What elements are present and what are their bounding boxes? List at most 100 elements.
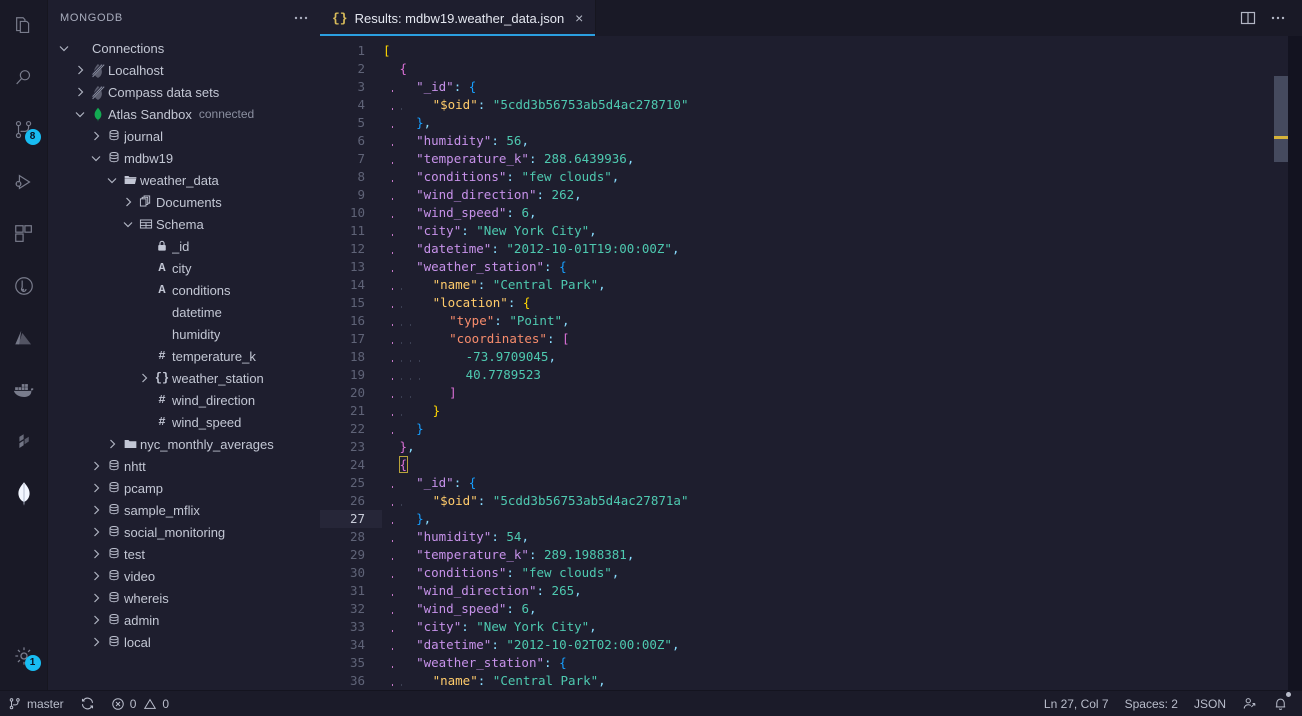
code-line-text[interactable]: "name": "Central Park", <box>382 672 606 690</box>
code-line[interactable]: 29 "temperature_k": 289.1988381, <box>320 546 1302 564</box>
tree-item-conditions[interactable]: Aconditions <box>48 279 320 301</box>
code-line[interactable]: 18 -73.9709045, <box>320 348 1302 366</box>
code-line-text[interactable]: -73.9709045, <box>382 348 556 366</box>
tree-item--id[interactable]: _id <box>48 235 320 257</box>
code-line-text[interactable]: "_id": { <box>382 474 476 492</box>
code-line[interactable]: 20 ] <box>320 384 1302 402</box>
code-line[interactable]: 28 "humidity": 54, <box>320 528 1302 546</box>
code-line-text[interactable]: [ <box>382 42 391 60</box>
status-notifications[interactable] <box>1265 691 1296 716</box>
status-editor-language[interactable]: JSON <box>1186 691 1234 716</box>
code-line[interactable]: 22 } <box>320 420 1302 438</box>
tree-item-city[interactable]: Acity <box>48 257 320 279</box>
editor-more-actions-button[interactable] <box>1264 0 1292 36</box>
tree-item-weather-data[interactable]: weather_data <box>48 169 320 191</box>
tree-item-wind-speed[interactable]: #wind_speed <box>48 411 320 433</box>
chevron-down-icon[interactable] <box>88 147 104 169</box>
tree-item-whereis[interactable]: whereis <box>48 587 320 609</box>
code-line[interactable]: 11 "city": "New York City", <box>320 222 1302 240</box>
tree-item-localhost[interactable]: Localhost <box>48 59 320 81</box>
chevron-right-icon[interactable] <box>88 477 104 499</box>
mongodb-connections-tree[interactable]: ConnectionsLocalhostCompass data setsAtl… <box>48 35 320 690</box>
code-line-text[interactable]: "weather_station": { <box>382 654 567 672</box>
activity-item-manage[interactable]: 1 <box>0 630 48 682</box>
json-content[interactable]: 1[2 {3 "_id": {4 "$oid": "5cdd3b56753ab5… <box>320 36 1302 690</box>
code-line-text[interactable]: "wind_speed": 6, <box>382 600 537 618</box>
code-line[interactable]: 31 "wind_direction": 265, <box>320 582 1302 600</box>
code-line[interactable]: 6 "humidity": 56, <box>320 132 1302 150</box>
chevron-right-icon[interactable] <box>88 499 104 521</box>
status-problems[interactable]: 0 0 <box>103 691 177 716</box>
code-line[interactable]: 7 "temperature_k": 288.6439936, <box>320 150 1302 168</box>
activity-item-run-and-debug[interactable] <box>0 156 48 208</box>
code-line[interactable]: 33 "city": "New York City", <box>320 618 1302 636</box>
chevron-right-icon[interactable] <box>88 565 104 587</box>
code-line-text[interactable]: "datetime": "2012-10-02T02:00:00Z", <box>382 636 680 654</box>
activity-item-mongodb[interactable] <box>0 468 48 520</box>
code-line-text[interactable]: "$oid": "5cdd3b56753ab5d4ac27871a" <box>382 492 688 510</box>
tree-item-datetime[interactable]: datetime <box>48 301 320 323</box>
code-line[interactable]: 34 "datetime": "2012-10-02T02:00:00Z", <box>320 636 1302 654</box>
code-line-text[interactable]: "temperature_k": 289.1988381, <box>382 546 634 564</box>
code-line[interactable]: 15 "location": { <box>320 294 1302 312</box>
tree-item-schema[interactable]: Schema <box>48 213 320 235</box>
code-line[interactable]: 19 40.7789523 <box>320 366 1302 384</box>
activity-item-source-control[interactable]: 8 <box>0 104 48 156</box>
tree-item-admin[interactable]: admin <box>48 609 320 631</box>
activity-item-explorer[interactable] <box>0 0 48 52</box>
tree-item-wind-direction[interactable]: #wind_direction <box>48 389 320 411</box>
chevron-right-icon[interactable] <box>88 587 104 609</box>
code-line[interactable]: 17 "coordinates": [ <box>320 330 1302 348</box>
code-line-text[interactable]: "humidity": 54, <box>382 528 529 546</box>
code-line-text[interactable]: "type": "Point", <box>382 312 570 330</box>
code-line-text[interactable]: "name": "Central Park", <box>382 276 606 294</box>
chevron-down-icon[interactable] <box>104 169 120 191</box>
status-sync-changes[interactable] <box>72 691 103 716</box>
code-line-text[interactable]: "coordinates": [ <box>382 330 570 348</box>
code-line[interactable]: 2 { <box>320 60 1302 78</box>
code-line-text[interactable]: "conditions": "few clouds", <box>382 564 619 582</box>
activity-item-terraform[interactable] <box>0 416 48 468</box>
close-icon[interactable]: × <box>574 11 584 25</box>
chevron-right-icon[interactable] <box>72 81 88 103</box>
tree-item-compass-data-sets[interactable]: Compass data sets <box>48 81 320 103</box>
chevron-right-icon[interactable] <box>120 191 136 213</box>
activity-item-azure[interactable] <box>0 312 48 364</box>
activity-item-search[interactable] <box>0 52 48 104</box>
code-line-text[interactable]: }, <box>382 114 431 132</box>
activity-item-docker[interactable] <box>0 364 48 416</box>
chevron-down-icon[interactable] <box>120 213 136 235</box>
code-line-text[interactable]: }, <box>382 510 431 528</box>
chevron-right-icon[interactable] <box>72 59 88 81</box>
code-line[interactable]: 12 "datetime": "2012-10-01T19:00:00Z", <box>320 240 1302 258</box>
tree-item-test[interactable]: test <box>48 543 320 565</box>
code-line-text[interactable]: } <box>382 420 424 438</box>
code-line-text[interactable]: "temperature_k": 288.6439936, <box>382 150 634 168</box>
code-line-text[interactable]: "conditions": "few clouds", <box>382 168 619 186</box>
tree-item-local[interactable]: local <box>48 631 320 653</box>
code-line[interactable]: 26 "$oid": "5cdd3b56753ab5d4ac27871a" <box>320 492 1302 510</box>
code-line[interactable]: 13 "weather_station": { <box>320 258 1302 276</box>
code-line-text[interactable]: "city": "New York City", <box>382 618 597 636</box>
code-editor[interactable]: 1[2 {3 "_id": {4 "$oid": "5cdd3b56753ab5… <box>320 36 1302 690</box>
code-line-text[interactable]: { <box>382 456 407 474</box>
code-line-text[interactable]: }, <box>382 438 415 456</box>
chevron-down-icon[interactable] <box>56 37 72 59</box>
code-line[interactable]: 23 }, <box>320 438 1302 456</box>
code-line[interactable]: 16 "type": "Point", <box>320 312 1302 330</box>
code-line[interactable]: 14 "name": "Central Park", <box>320 276 1302 294</box>
status-git-branch[interactable]: master <box>0 691 72 716</box>
tree-item-nyc-monthly-averages[interactable]: nyc_monthly_averages <box>48 433 320 455</box>
chevron-right-icon[interactable] <box>88 521 104 543</box>
code-line-text[interactable]: 40.7789523 <box>382 366 541 384</box>
tree-item-video[interactable]: video <box>48 565 320 587</box>
code-line-text[interactable]: "wind_direction": 262, <box>382 186 582 204</box>
code-line-text[interactable]: "humidity": 56, <box>382 132 529 150</box>
code-line[interactable]: 36 "name": "Central Park", <box>320 672 1302 690</box>
code-line[interactable]: 10 "wind_speed": 6, <box>320 204 1302 222</box>
editor-tab-results-weather-data[interactable]: {} Results: mdbw19.weather_data.json × <box>320 0 596 36</box>
code-line[interactable]: 25 "_id": { <box>320 474 1302 492</box>
editor-vertical-scrollbar[interactable] <box>1274 36 1288 690</box>
code-line[interactable]: 35 "weather_station": { <box>320 654 1302 672</box>
chevron-right-icon[interactable] <box>88 631 104 653</box>
